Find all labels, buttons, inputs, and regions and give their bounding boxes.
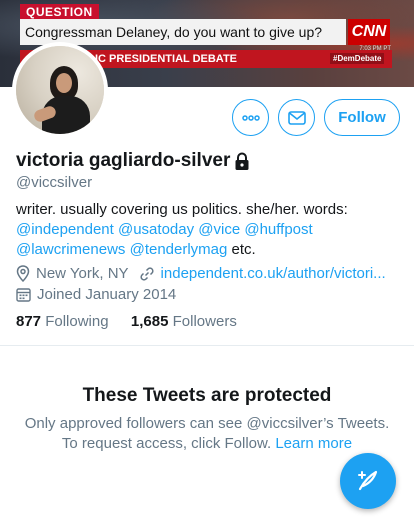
- more-dots-icon: [241, 114, 260, 121]
- bio-mention[interactable]: @independent: [16, 221, 114, 238]
- message-button[interactable]: [278, 99, 315, 136]
- avatar[interactable]: [12, 42, 108, 138]
- question-label: QUESTION: [20, 4, 99, 19]
- follow-stats: 877 Following 1,685 Followers: [16, 313, 237, 330]
- envelope-icon: [287, 110, 306, 125]
- bio: writer. usually covering us politics. sh…: [16, 200, 406, 260]
- followers-count: 1,685: [130, 313, 169, 330]
- joined-text: Joined January 2014: [37, 286, 177, 303]
- learn-more-link[interactable]: Learn more: [275, 435, 352, 452]
- bio-mention[interactable]: @vice: [198, 221, 240, 238]
- bio-mention[interactable]: @huffpost: [244, 221, 312, 238]
- location-row: New York, NY independent.co.uk/author/vi…: [16, 265, 386, 282]
- website-link[interactable]: independent.co.uk/author/victori...: [161, 265, 386, 282]
- bio-mention[interactable]: @lawcrimenews: [16, 241, 125, 258]
- follow-button[interactable]: Follow: [324, 99, 400, 136]
- debate-hashtag: #DemDebate: [330, 53, 385, 64]
- display-name: victoria gagliardo-silver: [16, 150, 231, 171]
- location-text: New York, NY: [36, 265, 129, 282]
- link-icon: [139, 266, 154, 281]
- protected-title: These Tweets are protected: [82, 385, 332, 406]
- more-button[interactable]: [232, 99, 269, 136]
- calendar-icon: [16, 288, 31, 302]
- lock-icon: [235, 152, 249, 170]
- compose-feather-icon: [358, 470, 378, 491]
- question-text: Congressman Delaney, do you want to give…: [20, 19, 346, 45]
- divider: [0, 345, 414, 346]
- followers-link[interactable]: 1,685 Followers: [131, 313, 237, 330]
- bio-mention[interactable]: @tenderlymag: [130, 241, 228, 258]
- following-link[interactable]: 877 Following: [16, 313, 109, 330]
- following-label: Following: [45, 313, 109, 330]
- bio-text: writer. usually covering us politics. sh…: [16, 201, 348, 218]
- location-pin-icon: [16, 265, 30, 282]
- user-handle: @viccsilver: [16, 174, 93, 191]
- compose-tweet-button[interactable]: [340, 453, 396, 509]
- network-logo: CNN: [348, 19, 390, 45]
- followers-label: Followers: [172, 313, 237, 330]
- following-count: 877: [16, 313, 42, 330]
- debate-title: IC PRESIDENTIAL DEBATE: [95, 53, 237, 65]
- protected-message: Only approved followers can see @viccsil…: [20, 414, 394, 454]
- joined-row: Joined January 2014: [16, 286, 176, 303]
- bio-mention[interactable]: @usatoday: [118, 221, 194, 238]
- bio-suffix: etc.: [231, 241, 256, 258]
